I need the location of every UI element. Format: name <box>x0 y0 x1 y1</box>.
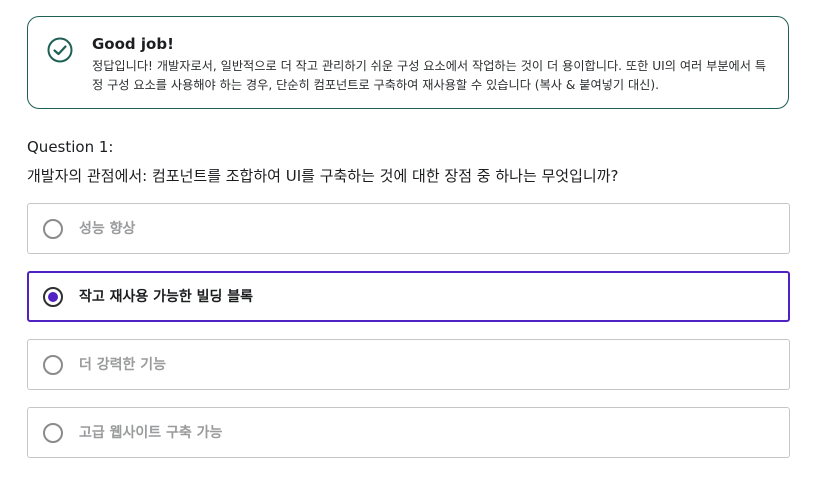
check-circle-icon <box>47 37 73 63</box>
answer-option-1[interactable]: 성능 향상 <box>27 203 790 254</box>
question-text: 개발자의 관점에서: 컴포넌트를 조합하여 UI를 구축하는 것에 대한 장점 … <box>27 167 619 185</box>
answer-option-label: 성능 향상 <box>79 221 136 237</box>
answer-option-3[interactable]: 더 강력한 기능 <box>27 339 790 390</box>
answer-option-2[interactable]: 작고 재사용 가능한 빌딩 블록 <box>27 271 790 322</box>
feedback-title: Good job! <box>92 35 174 53</box>
answer-option-4[interactable]: 고급 웹사이트 구축 가능 <box>27 407 790 458</box>
feedback-body: 정답입니다! 개발자로서, 일반적으로 더 작고 관리하기 쉬운 구성 요소에서… <box>92 59 767 92</box>
radio-dot-icon <box>48 292 58 302</box>
answer-option-label: 더 강력한 기능 <box>79 357 167 373</box>
answer-option-label: 작고 재사용 가능한 빌딩 블록 <box>79 289 254 305</box>
feedback-alert: Good job! 정답입니다! 개발자로서, 일반적으로 더 작고 관리하기 … <box>27 16 789 109</box>
radio-button[interactable] <box>43 219 63 239</box>
radio-button-selected[interactable] <box>43 287 63 307</box>
radio-button[interactable] <box>43 423 63 443</box>
radio-button[interactable] <box>43 355 63 375</box>
question-number: Question 1: <box>27 138 114 156</box>
answer-option-label: 고급 웹사이트 구축 가능 <box>79 425 223 441</box>
